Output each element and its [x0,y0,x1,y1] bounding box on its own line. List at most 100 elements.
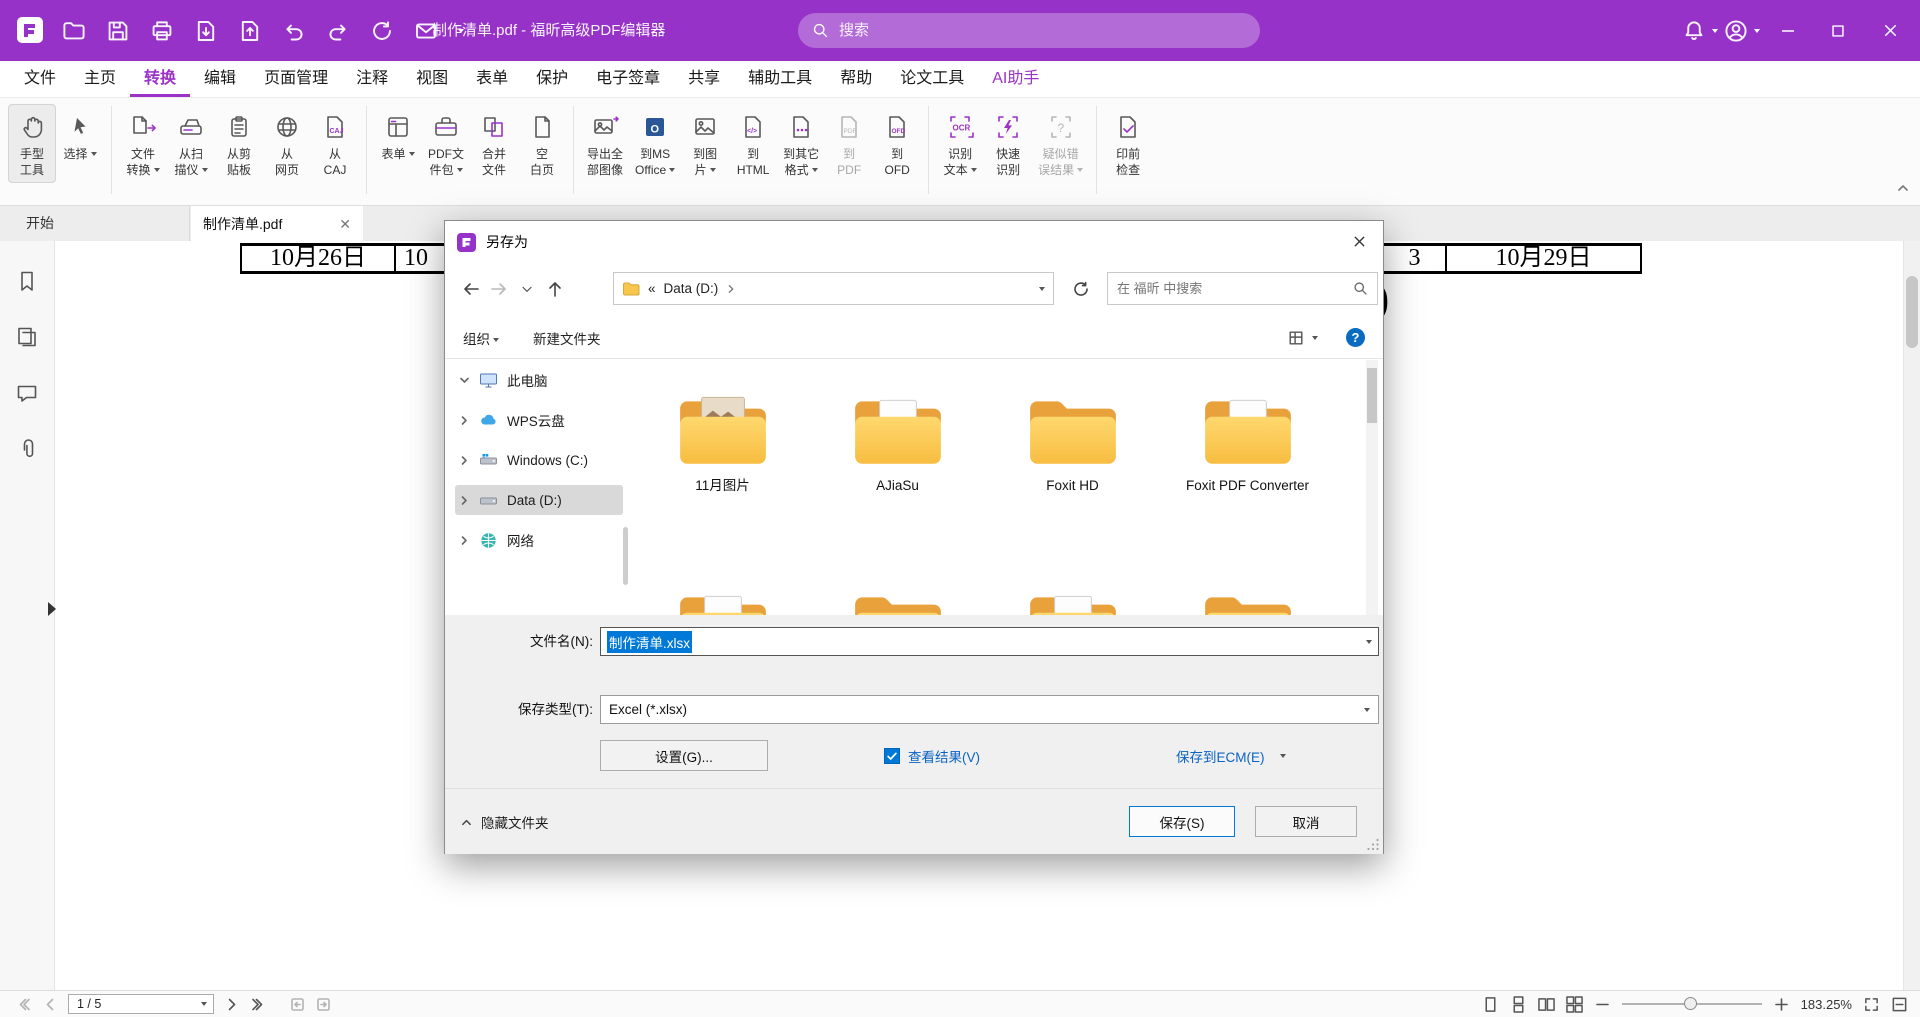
collapse-ribbon-chevron-icon[interactable] [1896,181,1910,195]
import-doc-icon[interactable] [238,19,262,43]
single-page-view-icon[interactable] [1482,996,1499,1013]
to-other-formats-button[interactable]: 到其它格式 [777,104,825,183]
undo-icon[interactable] [282,19,306,43]
chevron-right-icon[interactable] [459,455,470,466]
folder-item[interactable]: AJiaSu [810,392,985,588]
dialog-close-button[interactable] [1335,221,1383,261]
tree-item-data-d[interactable]: Data (D:) [445,480,629,520]
tab-ai-assistant[interactable]: AI助手 [978,61,1053,97]
page-number-box[interactable]: 1 / 5 [68,994,214,1014]
tab-home[interactable]: 主页 [70,61,130,97]
scrollbar-thumb[interactable] [1367,368,1377,423]
account-caret-icon[interactable] [1754,29,1760,33]
tab-convert[interactable]: 转换 [130,61,190,97]
recent-locations-caret-icon[interactable] [513,275,541,303]
tab-help[interactable]: 帮助 [826,61,886,97]
last-page-icon[interactable] [249,996,266,1013]
chevron-right-icon[interactable] [459,535,470,546]
search-input[interactable] [839,22,1246,39]
pdf-portfolio-button[interactable]: PDF文件包 [422,104,470,183]
filename-dropdown-caret-icon[interactable] [1366,640,1372,644]
redo-icon[interactable] [326,19,350,43]
up-one-level-icon[interactable] [541,275,569,303]
tree-item-this-pc[interactable]: 此电脑 [445,360,629,400]
from-scanner-button[interactable]: 从扫描仪 [167,104,215,183]
zoom-out-icon[interactable] [1594,996,1611,1013]
start-page-tab[interactable]: 开始 [0,206,190,241]
fit-page-icon[interactable] [1891,996,1908,1013]
organize-menu-button[interactable]: 组织 [463,328,499,348]
first-page-icon[interactable] [16,996,33,1013]
page-dropdown-caret-icon[interactable] [201,1002,207,1006]
tab-accessibility[interactable]: 辅助工具 [734,61,826,97]
chevron-right-icon[interactable] [459,415,470,426]
form-button[interactable]: 表单 [374,104,422,167]
save-type-select[interactable]: Excel (*.xlsx) [600,695,1379,724]
breadcrumb-location[interactable]: Data (D:) [664,281,719,296]
folder-item[interactable] [635,588,810,615]
dialog-search-box[interactable] [1107,272,1378,305]
zoom-in-icon[interactable] [1773,996,1790,1013]
to-html-button[interactable]: </>到HTML [729,104,777,183]
tab-share[interactable]: 共享 [674,61,734,97]
expand-panel-arrow-icon[interactable] [48,602,56,616]
save-type-caret-icon[interactable] [1364,708,1370,712]
ocr-text-button[interactable]: OCR识别文本 [936,104,984,183]
document-tab[interactable]: 制作清单.pdf✕ [191,206,363,241]
folder-item[interactable]: Foxit HD [985,392,1160,588]
previous-page-icon[interactable] [42,996,59,1013]
folder-item[interactable]: 11月图片 [635,392,810,588]
vertical-scrollbar[interactable] [1903,241,1920,990]
export-doc-icon[interactable] [194,19,218,43]
dialog-titlebar[interactable]: 另存为 [445,221,1383,263]
refresh-address-icon[interactable] [1067,275,1095,303]
file-convert-button[interactable]: 文件转换 [119,104,167,183]
facing-view-icon[interactable] [1538,996,1555,1013]
notifications-bell-icon[interactable] [1682,19,1706,43]
maximize-button[interactable] [1814,0,1862,61]
tab-file[interactable]: 文件 [10,61,70,97]
close-tab-icon[interactable]: ✕ [339,217,351,231]
comments-panel-icon[interactable] [15,381,39,405]
fullscreen-icon[interactable] [1863,996,1880,1013]
tab-paper-tools[interactable]: 论文工具 [886,61,978,97]
bookmarks-panel-icon[interactable] [15,269,39,293]
zoom-slider[interactable] [1622,991,1762,1017]
minimize-button[interactable] [1764,0,1812,61]
settings-button[interactable]: 设置(G)... [600,740,768,771]
resize-grip[interactable] [1366,837,1380,851]
chevron-right-icon[interactable] [459,495,470,506]
preflight-button[interactable]: 印前检查 [1104,104,1152,183]
tab-form[interactable]: 表单 [462,61,522,97]
global-search-box[interactable] [798,13,1260,48]
zoom-slider-thumb[interactable] [1684,997,1697,1010]
export-all-images-button[interactable]: 导出全部图像 [581,104,629,183]
help-icon[interactable]: ? [1346,328,1365,347]
tab-protect[interactable]: 保护 [522,61,582,97]
tab-view[interactable]: 视图 [402,61,462,97]
dialog-search-input[interactable] [1117,281,1345,296]
to-ms-office-button[interactable]: O到MSOffice [629,104,681,183]
tab-page-management[interactable]: 页面管理 [250,61,342,97]
save-button[interactable]: 保存(S) [1129,806,1235,837]
account-avatar-icon[interactable] [1724,19,1748,43]
facing-continuous-view-icon[interactable] [1566,996,1583,1013]
select-tool-button[interactable]: 选择 [56,104,104,167]
to-ofd-button[interactable]: OFD到OFD [873,104,921,183]
forward-icon[interactable] [485,275,513,303]
address-bar[interactable]: « Data (D:) [613,272,1054,305]
folder-item[interactable]: Foxit PDF Converter [1160,392,1335,588]
combine-files-button[interactable]: 合并文件 [470,104,518,183]
attachments-panel-icon[interactable] [15,437,39,461]
cancel-button[interactable]: 取消 [1255,806,1357,837]
tab-esign[interactable]: 电子签章 [582,61,674,97]
view-result-label[interactable]: 查看结果(V) [908,746,980,766]
next-page-icon[interactable] [223,996,240,1013]
chevron-down-icon[interactable] [459,375,470,386]
folder-item[interactable] [810,588,985,615]
from-caj-button[interactable]: CAJ从CAJ [311,104,359,183]
tab-comment[interactable]: 注释 [342,61,402,97]
tree-item-windows-c[interactable]: Windows (C:) [445,440,629,480]
breadcrumb-chevron-icon[interactable] [726,284,736,294]
back-icon[interactable] [457,275,485,303]
